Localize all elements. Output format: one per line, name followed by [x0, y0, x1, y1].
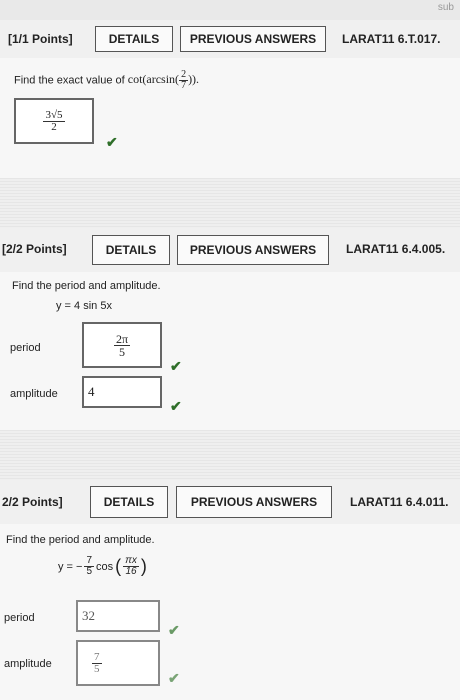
q1-answer-box[interactable]: 3√5 2	[14, 98, 94, 144]
q1-header: [1/1 Points] DETAILS PREVIOUS ANSWERS LA…	[0, 20, 460, 58]
q1-prompt-text: Find the exact value of	[14, 74, 125, 87]
q3-prompt: Find the period and amplitude.	[6, 534, 155, 546]
divider-1	[0, 178, 460, 228]
q3-equation: y = − 75 cos ( πx 16 )	[58, 556, 147, 577]
q1-code: LARAT11 6.T.017.	[342, 32, 441, 46]
q2-code: LARAT11 6.4.005.	[346, 242, 446, 256]
q3-previous-answers-button[interactable]: PREVIOUS ANSWERS	[176, 486, 332, 518]
q2-equation: y = 4 sin 5x	[56, 300, 112, 312]
q1-points: [1/1 Points]	[8, 32, 73, 46]
q1-answer-den: 2	[51, 120, 57, 133]
q3-eq-left: y = −	[58, 560, 83, 573]
q3-period-label: period	[4, 612, 35, 624]
q3-body: Find the period and amplitude. y = − 75 …	[0, 524, 460, 700]
q3-period-box[interactable]: 32	[76, 600, 160, 632]
q1-expression: cot(arcsin(2 7)).	[127, 70, 200, 91]
q3-paren-open: (	[115, 556, 122, 576]
q2-amplitude-label: amplitude	[10, 388, 58, 400]
q3-amplitude-box[interactable]: 75	[76, 640, 160, 686]
top-bar: sub	[0, 0, 460, 20]
q3-points: 2/2 Points]	[2, 495, 63, 509]
q3-amplitude-checkmark-icon: ✔	[168, 670, 180, 686]
q3-coef-den: 5	[86, 566, 93, 577]
q2-previous-answers-button[interactable]: PREVIOUS ANSWERS	[177, 235, 329, 265]
q2-period-den: 5	[119, 344, 125, 359]
q3-details-button[interactable]: DETAILS	[90, 486, 168, 518]
q1-func: cot(arcsin(	[127, 72, 180, 87]
q1-close: )).	[188, 72, 200, 87]
q2-period-num: 2π	[113, 331, 131, 346]
q2-amplitude-box[interactable]: 4	[82, 376, 162, 408]
q3-code: LARAT11 6.4.011.	[350, 495, 449, 509]
q3-eq-func: cos	[96, 560, 114, 573]
q1-prompt: Find the exact value of cot(arcsin(2 7)).	[14, 70, 199, 91]
q1-body: Find the exact value of cot(arcsin(2 7)).…	[0, 58, 460, 178]
q3-amp-den: 5	[94, 662, 100, 675]
q1-frac-den: 7	[181, 80, 187, 91]
q2-points: [2/2 Points]	[2, 242, 67, 256]
q3-period-value: 32	[82, 608, 95, 623]
q3-amp-num: 7	[92, 650, 102, 664]
q2-body: Find the period and amplitude. y = 4 sin…	[0, 272, 460, 430]
q1-previous-answers-button[interactable]: PREVIOUS ANSWERS	[180, 26, 326, 52]
q1-answer-num: 3√5	[43, 108, 65, 122]
q2-details-button[interactable]: DETAILS	[92, 235, 170, 265]
q3-arg-den: 16	[125, 566, 137, 577]
q3-period-checkmark-icon: ✔	[168, 622, 180, 638]
top-bar-fragment: sub	[437, 2, 454, 13]
q3-amplitude-label: amplitude	[4, 658, 52, 670]
q3-paren-close: )	[140, 556, 147, 576]
divider-2	[0, 430, 460, 480]
q2-header: [2/2 Points] DETAILS PREVIOUS ANSWERS LA…	[0, 228, 460, 272]
q3-header: 2/2 Points] DETAILS PREVIOUS ANSWERS LAR…	[0, 480, 460, 524]
q2-period-checkmark-icon: ✔	[170, 358, 182, 374]
q1-details-button[interactable]: DETAILS	[95, 26, 173, 52]
q2-amplitude-value: 4	[88, 384, 95, 399]
q2-prompt: Find the period and amplitude.	[12, 280, 161, 292]
q2-amplitude-checkmark-icon: ✔	[170, 398, 182, 414]
q1-checkmark-icon: ✔	[106, 134, 118, 150]
q2-period-box[interactable]: 2π 5	[82, 322, 162, 368]
q2-period-label: period	[10, 342, 41, 354]
